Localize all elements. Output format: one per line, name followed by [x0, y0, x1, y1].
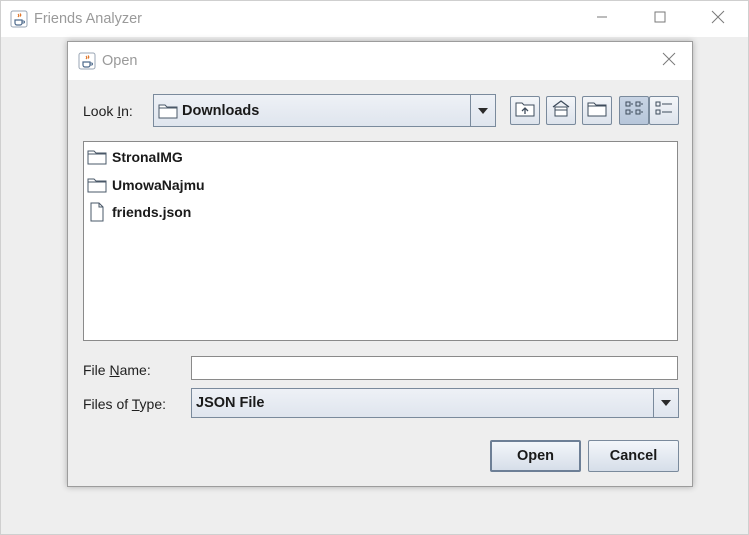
maximize-button[interactable] — [637, 1, 683, 37]
look-in-combo[interactable]: Downloads — [153, 94, 496, 127]
cancel-button[interactable]: Cancel — [588, 440, 679, 472]
new-folder-button[interactable] — [582, 96, 612, 125]
close-icon — [662, 52, 676, 71]
dialog-title: Open — [102, 53, 138, 69]
look-in-label: Look In: — [83, 103, 133, 119]
up-folder-icon — [515, 99, 535, 122]
java-coffee-icon — [10, 10, 28, 28]
list-view-button[interactable] — [619, 96, 649, 125]
close-window-button[interactable] — [695, 1, 741, 37]
details-view-button[interactable] — [649, 96, 679, 125]
file-name-field[interactable] — [191, 356, 678, 380]
up-one-level-button[interactable] — [510, 96, 540, 125]
look-in-dropdown-button[interactable] — [470, 95, 495, 126]
list-item[interactable]: StronaIMG — [86, 146, 183, 168]
folder-icon — [158, 102, 178, 124]
chevron-down-icon — [660, 394, 672, 412]
chevron-down-icon — [477, 102, 489, 120]
files-of-type-combo[interactable]: JSON File — [191, 388, 679, 418]
list-item[interactable]: UmowaNajmu — [86, 174, 205, 196]
file-name: friends.json — [112, 204, 192, 220]
maximize-icon — [654, 10, 666, 28]
file-name-label: File Name: — [83, 362, 151, 378]
open-file-dialog: Open Look In: Downloads StronaIMG UmowaN… — [67, 41, 693, 487]
folder-icon — [86, 148, 108, 166]
list-item[interactable]: friends.json — [86, 201, 191, 223]
dialog-titlebar: Open — [68, 42, 692, 80]
file-icon — [86, 202, 108, 222]
minimize-button[interactable] — [579, 1, 625, 37]
home-icon — [551, 99, 571, 122]
details-view-icon — [654, 99, 674, 122]
folder-icon — [86, 176, 108, 194]
close-icon — [711, 10, 725, 29]
minimize-icon — [596, 10, 608, 28]
file-name: StronaIMG — [112, 149, 183, 165]
list-view-icon — [624, 99, 644, 122]
java-coffee-icon — [78, 52, 96, 70]
dialog-close-button[interactable] — [654, 48, 684, 74]
new-folder-icon — [587, 99, 607, 122]
files-of-type-value: JSON File — [196, 395, 265, 411]
file-name: UmowaNajmu — [112, 177, 205, 193]
look-in-value: Downloads — [182, 103, 260, 119]
files-of-type-label: Files of Type: — [83, 396, 167, 412]
open-button[interactable]: Open — [490, 440, 581, 472]
home-button[interactable] — [546, 96, 576, 125]
main-titlebar: Friends Analyzer — [1, 1, 748, 37]
window-title: Friends Analyzer — [34, 11, 142, 27]
files-of-type-dropdown-button[interactable] — [653, 389, 678, 417]
file-list[interactable]: StronaIMG UmowaNajmu friends.json — [83, 141, 678, 341]
